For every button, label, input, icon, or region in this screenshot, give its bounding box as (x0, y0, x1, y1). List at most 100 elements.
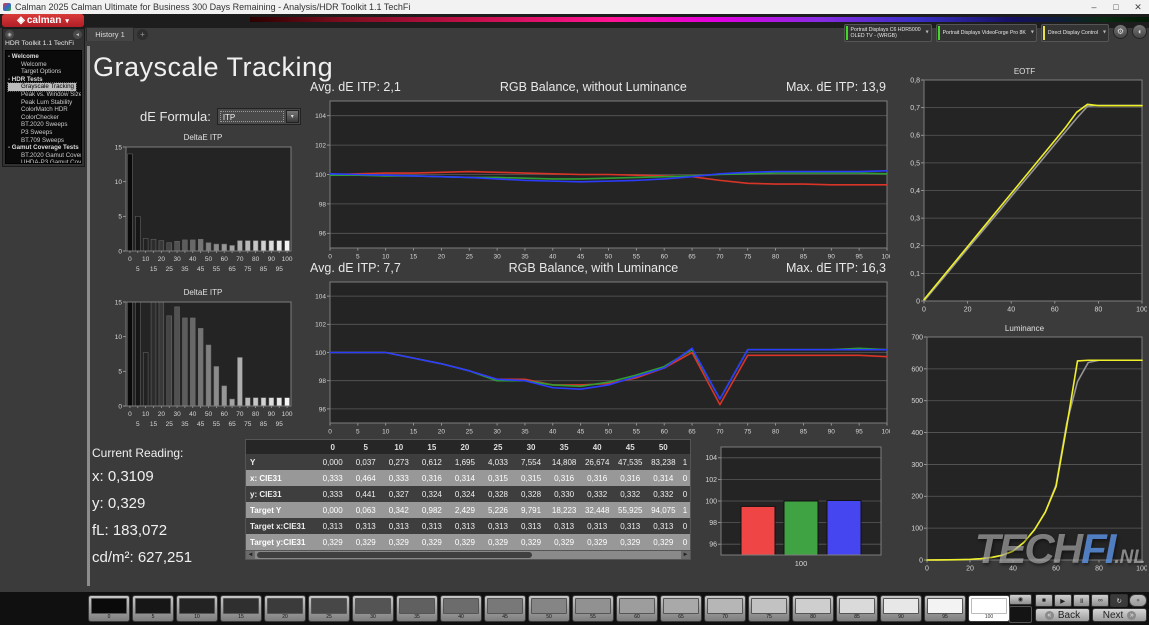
grayscale-patch-90[interactable]: 90 (880, 595, 922, 622)
svg-text:90: 90 (828, 429, 836, 436)
svg-text:20: 20 (158, 411, 166, 418)
transport-pause-button[interactable]: Ⅱ (1072, 594, 1091, 607)
grayscale-patch-0[interactable]: 0 (88, 595, 130, 622)
profile-icon[interactable]: ◖ (1132, 24, 1147, 39)
sidebar-item-bt-2020-gamut-coverage[interactable]: BT.2020 Gamut Coverage (8, 152, 81, 160)
sidebar-splitter[interactable] (87, 46, 90, 586)
sidebar-group-hdr-tests[interactable]: - HDR Tests (8, 76, 81, 84)
grayscale-patch-80[interactable]: 80 (792, 595, 834, 622)
svg-text:0: 0 (128, 256, 132, 263)
grayscale-patch-60[interactable]: 60 (616, 595, 658, 622)
calman-menu-button[interactable]: ◈ calman ▾ (2, 14, 84, 27)
svg-text:20: 20 (158, 256, 166, 263)
sidebar-item-grayscale-tracking[interactable]: Grayscale Tracking (7, 82, 77, 92)
sidebar-item-colormatch-hdr[interactable]: ColorMatch HDR (8, 106, 81, 114)
grayscale-patch-30[interactable]: 30 (352, 595, 394, 622)
scroll-right-icon[interactable]: ► (681, 551, 690, 559)
grayscale-patch-100[interactable]: 100 (968, 595, 1010, 622)
svg-text:20: 20 (438, 429, 446, 436)
svg-text:40: 40 (1007, 307, 1015, 314)
grayscale-patch-25[interactable]: 25 (308, 595, 350, 622)
sidebar-item-welcome[interactable]: Welcome (8, 61, 81, 69)
transport-stop-button[interactable]: ■ (1035, 594, 1053, 607)
sidebar-item-bt-709-sweeps[interactable]: BT.709 Sweeps (8, 137, 81, 145)
svg-text:75: 75 (744, 254, 752, 261)
grayscale-patch-40[interactable]: 40 (440, 595, 482, 622)
svg-text:96: 96 (709, 542, 717, 549)
device-button-portrait-displays-c6-hdr5000[interactable]: Portrait Displays C6 HDR5000 OLED TV - (W… (843, 24, 932, 42)
patch-options-button[interactable]: ◉ (1009, 594, 1032, 605)
sidebar-item-colorchecker[interactable]: ColorChecker (8, 114, 81, 122)
sidebar-group-gamut-coverage-tests[interactable]: - Gamut Coverage Tests (8, 144, 81, 152)
grayscale-patch-70[interactable]: 70 (704, 595, 746, 622)
grayscale-patch-85[interactable]: 85 (836, 595, 878, 622)
sidebar-item-peak-vs-window-size[interactable]: Peak vs. Window Size (8, 91, 81, 99)
tab-history-1[interactable]: History 1 (86, 27, 134, 41)
de-formula-dropdown[interactable]: ITP ▾ (216, 108, 301, 125)
sidebar-collapse-icon[interactable]: ◉ (5, 30, 14, 39)
chevron-down-icon: ▾ (1030, 29, 1034, 36)
svg-text:90: 90 (268, 256, 276, 263)
svg-text:15: 15 (410, 429, 418, 436)
add-tab-button[interactable]: + (137, 29, 148, 40)
transport-play-button[interactable]: ▶ (1053, 594, 1072, 607)
grayscale-patch-35[interactable]: 35 (396, 595, 438, 622)
svg-text:10: 10 (142, 256, 150, 263)
svg-text:70: 70 (236, 256, 244, 263)
grayscale-patch-65[interactable]: 65 (660, 595, 702, 622)
minimize-button[interactable]: – (1083, 2, 1105, 13)
reading-x: x: 0,3109 (92, 468, 154, 485)
next-button[interactable]: Next » (1092, 608, 1147, 622)
maximize-button[interactable]: □ (1105, 2, 1127, 13)
chart-title: EOTF (1013, 67, 1036, 76)
transport-sync-button[interactable]: ↻ (1110, 594, 1129, 607)
svg-text:5: 5 (118, 369, 122, 376)
device-button-portrait-displays-videoforge-pro-8k[interactable]: Portrait Displays VideoForge Pro 8K ▾ (935, 24, 1037, 42)
sidebar-item-bt-2020-sweeps[interactable]: BT.2020 Sweeps (8, 121, 81, 129)
scroll-left-icon[interactable]: ◄ (246, 551, 255, 559)
svg-text:102: 102 (315, 322, 326, 329)
transport-continuous-button[interactable]: ∞ (1091, 594, 1110, 607)
svg-text:75: 75 (244, 266, 252, 273)
grayscale-patch-20[interactable]: 20 (264, 595, 306, 622)
chart-title: DeltaE ITP (183, 288, 223, 297)
grayscale-patch-45[interactable]: 45 (484, 595, 526, 622)
sidebar-item-p3-sweeps[interactable]: P3 Sweeps (8, 129, 81, 137)
sidebar-group-welcome[interactable]: - Welcome (8, 53, 81, 61)
settings-icon[interactable]: ⚙ (1113, 24, 1128, 39)
sidebar-item-uhda-p3-gamut-coverage[interactable]: UHDA-P3 Gamut Coverage (8, 159, 81, 163)
grayscale-patch-5[interactable]: 5 (132, 595, 174, 622)
svg-text:20: 20 (964, 307, 972, 314)
grayscale-patch-50[interactable]: 50 (528, 595, 570, 622)
svg-text:40: 40 (1009, 566, 1017, 573)
svg-text:0: 0 (118, 403, 122, 410)
svg-text:40: 40 (549, 254, 557, 261)
sidebar-item-target-options[interactable]: Target Options (8, 68, 81, 76)
grayscale-patch-75[interactable]: 75 (748, 595, 790, 622)
svg-text:35: 35 (181, 421, 189, 428)
svg-text:100: 100 (705, 498, 717, 505)
back-button[interactable]: « Back (1035, 608, 1090, 622)
titlebar: Calman 2025 Calman Ultimate for Business… (0, 0, 1149, 14)
svg-text:5: 5 (356, 429, 360, 436)
svg-text:0,2: 0,2 (910, 243, 920, 250)
device-button-direct-display-control[interactable]: Direct Display Control ▾ (1040, 24, 1109, 42)
svg-text:15: 15 (150, 266, 158, 273)
transport-record-button[interactable]: ● (1129, 594, 1147, 607)
grayscale-patch-55[interactable]: 55 (572, 595, 614, 622)
table-row-target-y-cie31: Target y:CIE31 0,329 0,329 0,329 0,329 0,329 0… (246, 534, 690, 550)
svg-text:90: 90 (828, 254, 836, 261)
measurement-table: 0 5 10 15 20 25 30 35 40 45 50 Y 0,000 0,037 0,273 0,61… (245, 439, 691, 560)
svg-text:98: 98 (709, 520, 717, 527)
svg-text:65: 65 (688, 429, 696, 436)
sidebar-item-peak-lum-stability[interactable]: Peak Lum Stability (8, 99, 81, 107)
svg-text:70: 70 (236, 411, 244, 418)
svg-text:80: 80 (1095, 566, 1103, 573)
sidebar-pin-icon[interactable]: ◄ (73, 30, 82, 39)
grayscale-patch-10[interactable]: 10 (176, 595, 218, 622)
svg-text:85: 85 (260, 421, 268, 428)
close-button[interactable]: ✕ (1127, 2, 1149, 13)
grayscale-patch-95[interactable]: 95 (924, 595, 966, 622)
grayscale-patch-15[interactable]: 15 (220, 595, 262, 622)
scrollbar-thumb[interactable] (257, 552, 533, 558)
